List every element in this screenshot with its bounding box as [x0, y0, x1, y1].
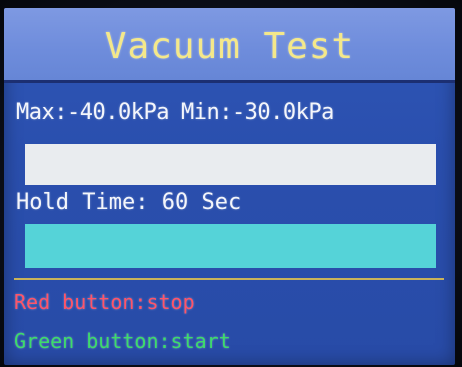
- min-value: -30.0kPa: [231, 100, 334, 125]
- hold-time-value: 60: [161, 190, 189, 215]
- green-button-hint: Green button:start: [14, 329, 231, 353]
- red-button-hint: Red button:stop: [14, 290, 195, 314]
- screen-title: Vacuum Test: [104, 25, 355, 67]
- pressure-range-line: Max:-40.0kPa Min:-30.0kPa: [16, 100, 334, 125]
- pressure-progress-fill: [25, 144, 436, 185]
- hold-time-progress-fill: [25, 224, 436, 268]
- hold-time-progress-bar: [25, 224, 436, 268]
- hold-time-label: Hold Time:: [16, 190, 149, 215]
- divider-line: [14, 278, 444, 280]
- hold-time-unit: Sec: [201, 190, 242, 215]
- title-bar: Vacuum Test: [4, 8, 455, 83]
- min-label: Min:: [180, 100, 232, 125]
- lcd-screen: Vacuum Test Max:-40.0kPa Min:-30.0kPa Hol…: [4, 8, 455, 365]
- pressure-progress-bar: [25, 144, 436, 185]
- max-value: -40.0kPa: [66, 100, 169, 125]
- hold-time-line: Hold Time: 60 Sec: [16, 190, 241, 215]
- max-label: Max:: [16, 100, 67, 125]
